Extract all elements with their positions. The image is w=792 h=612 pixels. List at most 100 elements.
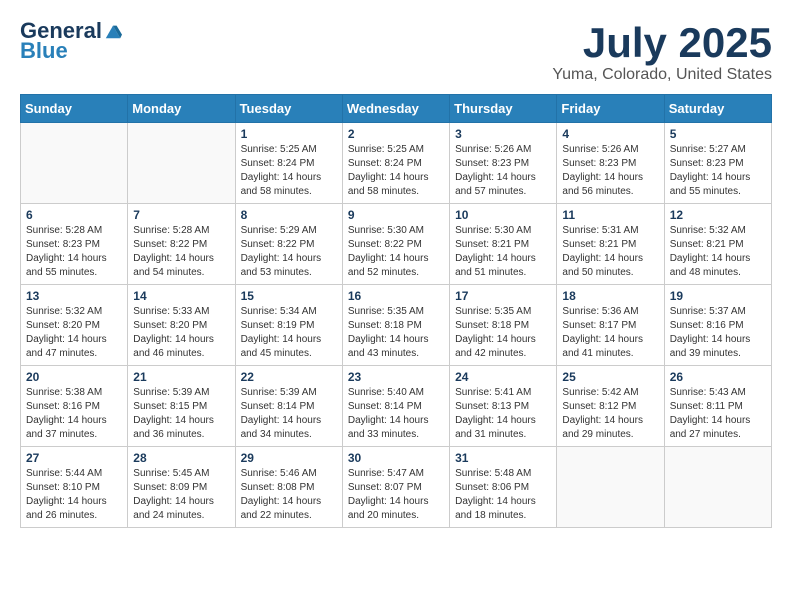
calendar-week-row: 6Sunrise: 5:28 AMSunset: 8:23 PMDaylight…	[21, 204, 772, 285]
sunset-text: Sunset: 8:16 PM	[26, 400, 122, 414]
sunrise-text: Sunrise: 5:32 AM	[26, 305, 122, 319]
logo: General Blue	[20, 20, 122, 64]
sunrise-text: Sunrise: 5:35 AM	[455, 305, 551, 319]
cell-content: Sunrise: 5:47 AMSunset: 8:07 PMDaylight:…	[348, 467, 444, 523]
sunset-text: Sunset: 8:23 PM	[455, 157, 551, 171]
calendar-cell: 31Sunrise: 5:48 AMSunset: 8:06 PMDayligh…	[450, 447, 557, 528]
calendar-cell: 3 Sunrise: 5:26 AMSunset: 8:23 PMDaylight…	[450, 123, 557, 204]
cell-content: Sunrise: 5:37 AMSunset: 8:16 PMDaylight:…	[670, 305, 766, 361]
sunrise-text: Sunrise: 5:32 AM	[670, 224, 766, 238]
daylight-text: Daylight: 14 hours and 55 minutes.	[26, 252, 122, 280]
calendar-cell	[664, 447, 771, 528]
daylight-text: Daylight: 14 hours and 45 minutes.	[241, 333, 337, 361]
weekday-header-sunday: Sunday	[21, 95, 128, 123]
daylight-text: Daylight: 14 hours and 18 minutes.	[455, 495, 551, 523]
sunrise-text: Sunrise: 5:25 AM	[348, 143, 444, 157]
calendar-cell: 24Sunrise: 5:41 AMSunset: 8:13 PMDayligh…	[450, 366, 557, 447]
calendar-cell: 15Sunrise: 5:34 AMSunset: 8:19 PMDayligh…	[235, 285, 342, 366]
calendar-cell: 30 Sunrise: 5:47 AMSunset: 8:07 PMDayligh…	[342, 447, 449, 528]
sunrise-text: Sunrise: 5:31 AM	[562, 224, 658, 238]
sunrise-text: Sunrise: 5:35 AM	[348, 305, 444, 319]
cell-content: Sunrise: 5:30 AMSunset: 8:22 PMDaylight:…	[348, 224, 444, 280]
daylight-text: Daylight: 14 hours and 34 minutes.	[241, 414, 337, 442]
day-number: 22	[241, 370, 337, 384]
day-number: 23	[348, 370, 444, 384]
calendar-cell: 20Sunrise: 5:38 AMSunset: 8:16 PMDayligh…	[21, 366, 128, 447]
sunset-text: Sunset: 8:18 PM	[455, 319, 551, 333]
sunset-text: Sunset: 8:21 PM	[670, 238, 766, 252]
logo-icon	[104, 22, 122, 40]
day-number: 21	[133, 370, 229, 384]
daylight-text: Daylight: 14 hours and 31 minutes.	[455, 414, 551, 442]
cell-content: Sunrise: 5:25 AMSunset: 8:24 PMDaylight:…	[241, 143, 337, 199]
day-number: 16	[348, 289, 444, 303]
sunset-text: Sunset: 8:18 PM	[348, 319, 444, 333]
sunrise-text: Sunrise: 5:30 AM	[455, 224, 551, 238]
day-number: 10	[455, 208, 551, 222]
day-number: 19	[670, 289, 766, 303]
sunrise-text: Sunrise: 5:47 AM	[348, 467, 444, 481]
calendar-cell: 7Sunrise: 5:28 AMSunset: 8:22 PMDaylight…	[128, 204, 235, 285]
cell-content: Sunrise: 5:45 AMSunset: 8:09 PMDaylight:…	[133, 467, 229, 523]
weekday-header-thursday: Thursday	[450, 95, 557, 123]
sunset-text: Sunset: 8:24 PM	[348, 157, 444, 171]
calendar-cell: 10Sunrise: 5:30 AMSunset: 8:21 PMDayligh…	[450, 204, 557, 285]
sunrise-text: Sunrise: 5:33 AM	[133, 305, 229, 319]
day-number: 11	[562, 208, 658, 222]
calendar-cell: 4Sunrise: 5:26 AMSunset: 8:23 PMDaylight…	[557, 123, 664, 204]
calendar-week-row: 20Sunrise: 5:38 AMSunset: 8:16 PMDayligh…	[21, 366, 772, 447]
sunrise-text: Sunrise: 5:28 AM	[133, 224, 229, 238]
sunset-text: Sunset: 8:14 PM	[241, 400, 337, 414]
cell-content: Sunrise: 5:31 AMSunset: 8:21 PMDaylight:…	[562, 224, 658, 280]
sunrise-text: Sunrise: 5:40 AM	[348, 386, 444, 400]
sunrise-text: Sunrise: 5:44 AM	[26, 467, 122, 481]
daylight-text: Daylight: 14 hours and 53 minutes.	[241, 252, 337, 280]
daylight-text: Daylight: 14 hours and 58 minutes.	[241, 171, 337, 199]
day-number: 1	[241, 127, 337, 141]
day-number: 2	[348, 127, 444, 141]
calendar-cell: 2Sunrise: 5:25 AMSunset: 8:24 PMDaylight…	[342, 123, 449, 204]
sunset-text: Sunset: 8:23 PM	[670, 157, 766, 171]
calendar-cell	[21, 123, 128, 204]
calendar-cell: 1 Sunrise: 5:25 AMSunset: 8:24 PMDaylight…	[235, 123, 342, 204]
daylight-text: Daylight: 14 hours and 47 minutes.	[26, 333, 122, 361]
daylight-text: Daylight: 14 hours and 24 minutes.	[133, 495, 229, 523]
calendar-cell: 9Sunrise: 5:30 AMSunset: 8:22 PMDaylight…	[342, 204, 449, 285]
sunset-text: Sunset: 8:17 PM	[562, 319, 658, 333]
cell-content: Sunrise: 5:40 AMSunset: 8:14 PMDaylight:…	[348, 386, 444, 442]
daylight-text: Daylight: 14 hours and 50 minutes.	[562, 252, 658, 280]
day-number: 30	[348, 451, 444, 465]
cell-content: Sunrise: 5:46 AMSunset: 8:08 PMDaylight:…	[241, 467, 337, 523]
daylight-text: Daylight: 14 hours and 43 minutes.	[348, 333, 444, 361]
sunset-text: Sunset: 8:09 PM	[133, 481, 229, 495]
calendar-cell: 27Sunrise: 5:44 AMSunset: 8:10 PMDayligh…	[21, 447, 128, 528]
weekday-header-tuesday: Tuesday	[235, 95, 342, 123]
sunrise-text: Sunrise: 5:39 AM	[241, 386, 337, 400]
calendar-week-row: 27Sunrise: 5:44 AMSunset: 8:10 PMDayligh…	[21, 447, 772, 528]
sunrise-text: Sunrise: 5:38 AM	[26, 386, 122, 400]
sunset-text: Sunset: 8:23 PM	[562, 157, 658, 171]
cell-content: Sunrise: 5:29 AMSunset: 8:22 PMDaylight:…	[241, 224, 337, 280]
daylight-text: Daylight: 14 hours and 54 minutes.	[133, 252, 229, 280]
calendar-cell: 12Sunrise: 5:32 AMSunset: 8:21 PMDayligh…	[664, 204, 771, 285]
cell-content: Sunrise: 5:32 AMSunset: 8:21 PMDaylight:…	[670, 224, 766, 280]
day-number: 24	[455, 370, 551, 384]
calendar-cell	[128, 123, 235, 204]
sunrise-text: Sunrise: 5:29 AM	[241, 224, 337, 238]
day-number: 14	[133, 289, 229, 303]
daylight-text: Daylight: 14 hours and 57 minutes.	[455, 171, 551, 199]
sunset-text: Sunset: 8:21 PM	[455, 238, 551, 252]
calendar-cell: 16 Sunrise: 5:35 AMSunset: 8:18 PMDayligh…	[342, 285, 449, 366]
sunrise-text: Sunrise: 5:28 AM	[26, 224, 122, 238]
day-number: 25	[562, 370, 658, 384]
sunrise-text: Sunrise: 5:42 AM	[562, 386, 658, 400]
day-number: 3	[455, 127, 551, 141]
weekday-header-wednesday: Wednesday	[342, 95, 449, 123]
cell-content: Sunrise: 5:26 AMSunset: 8:23 PMDaylight:…	[562, 143, 658, 199]
cell-content: Sunrise: 5:44 AMSunset: 8:10 PMDaylight:…	[26, 467, 122, 523]
sunset-text: Sunset: 8:14 PM	[348, 400, 444, 414]
sunrise-text: Sunrise: 5:26 AM	[455, 143, 551, 157]
daylight-text: Daylight: 14 hours and 56 minutes.	[562, 171, 658, 199]
daylight-text: Daylight: 14 hours and 29 minutes.	[562, 414, 658, 442]
calendar-cell	[557, 447, 664, 528]
